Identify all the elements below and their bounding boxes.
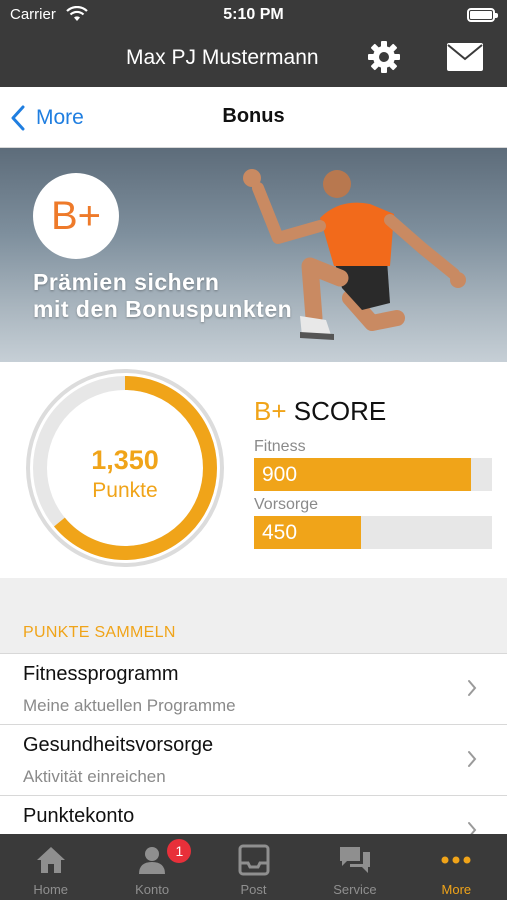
gear-icon[interactable] (366, 39, 402, 75)
points-unit: Punkte (92, 479, 158, 502)
list-item-fitnessprogramm[interactable]: Fitnessprogramm Meine aktuellen Programm… (0, 653, 507, 724)
tab-bar: Home 1 Konto Post Service More (0, 834, 507, 900)
clock-time: 5:10 PM (223, 6, 284, 23)
chevron-right-icon (468, 680, 477, 696)
vorsorge-bar: 450 (254, 516, 492, 549)
envelope-icon[interactable] (447, 43, 483, 71)
tab-service[interactable]: Service (304, 834, 405, 900)
user-name[interactable]: Max PJ Mustermann (126, 46, 319, 70)
notification-badge: 1 (167, 839, 192, 863)
app-header: Max PJ Mustermann (0, 30, 507, 87)
list-item-subtitle: Aktivität einreichen (23, 767, 166, 786)
page-title: Bonus (222, 105, 285, 127)
hero-headline-line2: mit den Bonuspunkten (33, 296, 293, 322)
hero-headline-line1: Prämien sichern (33, 269, 220, 295)
vorsorge-bar-value: 450 (262, 521, 298, 544)
list-item-title: Punktekonto (23, 805, 135, 827)
chevron-right-icon (468, 751, 477, 767)
tab-post[interactable]: Post (203, 834, 304, 900)
fitness-bar-value: 900 (262, 463, 298, 486)
tab-home[interactable]: Home (0, 834, 101, 900)
person-icon (139, 847, 166, 874)
list-item-gesundheitsvorsorge[interactable]: Gesundheitsvorsorge Aktivität einreichen (0, 724, 507, 795)
navigation-bar: More Bonus (0, 87, 507, 148)
tab-label: Service (333, 882, 377, 897)
score-title-prefix: B+ (254, 396, 287, 426)
runner-image (243, 169, 466, 340)
tab-konto[interactable]: 1 Konto (101, 834, 202, 900)
fitness-bar: 900 (254, 458, 492, 491)
section-header: PUNKTE SAMMELN (23, 624, 176, 641)
vorsorge-bar-label: Vorsorge (254, 496, 319, 513)
score-title: B+ SCORE (254, 396, 386, 427)
battery-icon (467, 8, 498, 22)
list-item-title: Gesundheitsvorsorge (23, 734, 214, 756)
chat-icon (339, 847, 370, 873)
inbox-icon (238, 844, 270, 876)
score-panel: 1,350 Punkte B+ SCORE Fitness 900 Vorsor… (0, 362, 507, 578)
home-icon (36, 847, 65, 873)
fitness-bar-label: Fitness (254, 438, 306, 455)
tab-label: Konto (135, 882, 170, 897)
status-bar: Carrier 5:10 PM (0, 0, 507, 30)
tab-label: Home (33, 882, 69, 897)
tab-more[interactable]: More (406, 834, 507, 900)
more-icon (441, 856, 471, 864)
points-value: 1,350 (91, 445, 159, 475)
score-title-suffix: SCORE (293, 396, 387, 426)
bplus-logo: B+ (33, 173, 119, 259)
hero-banner: B+ Prämien sichern mit den Bonuspunkten (0, 148, 507, 362)
list-item-title: Fitnessprogramm (23, 663, 179, 685)
list-item-subtitle: Meine aktuellen Programme (23, 696, 236, 715)
tab-label: Post (240, 882, 267, 897)
tab-label: More (441, 882, 472, 897)
